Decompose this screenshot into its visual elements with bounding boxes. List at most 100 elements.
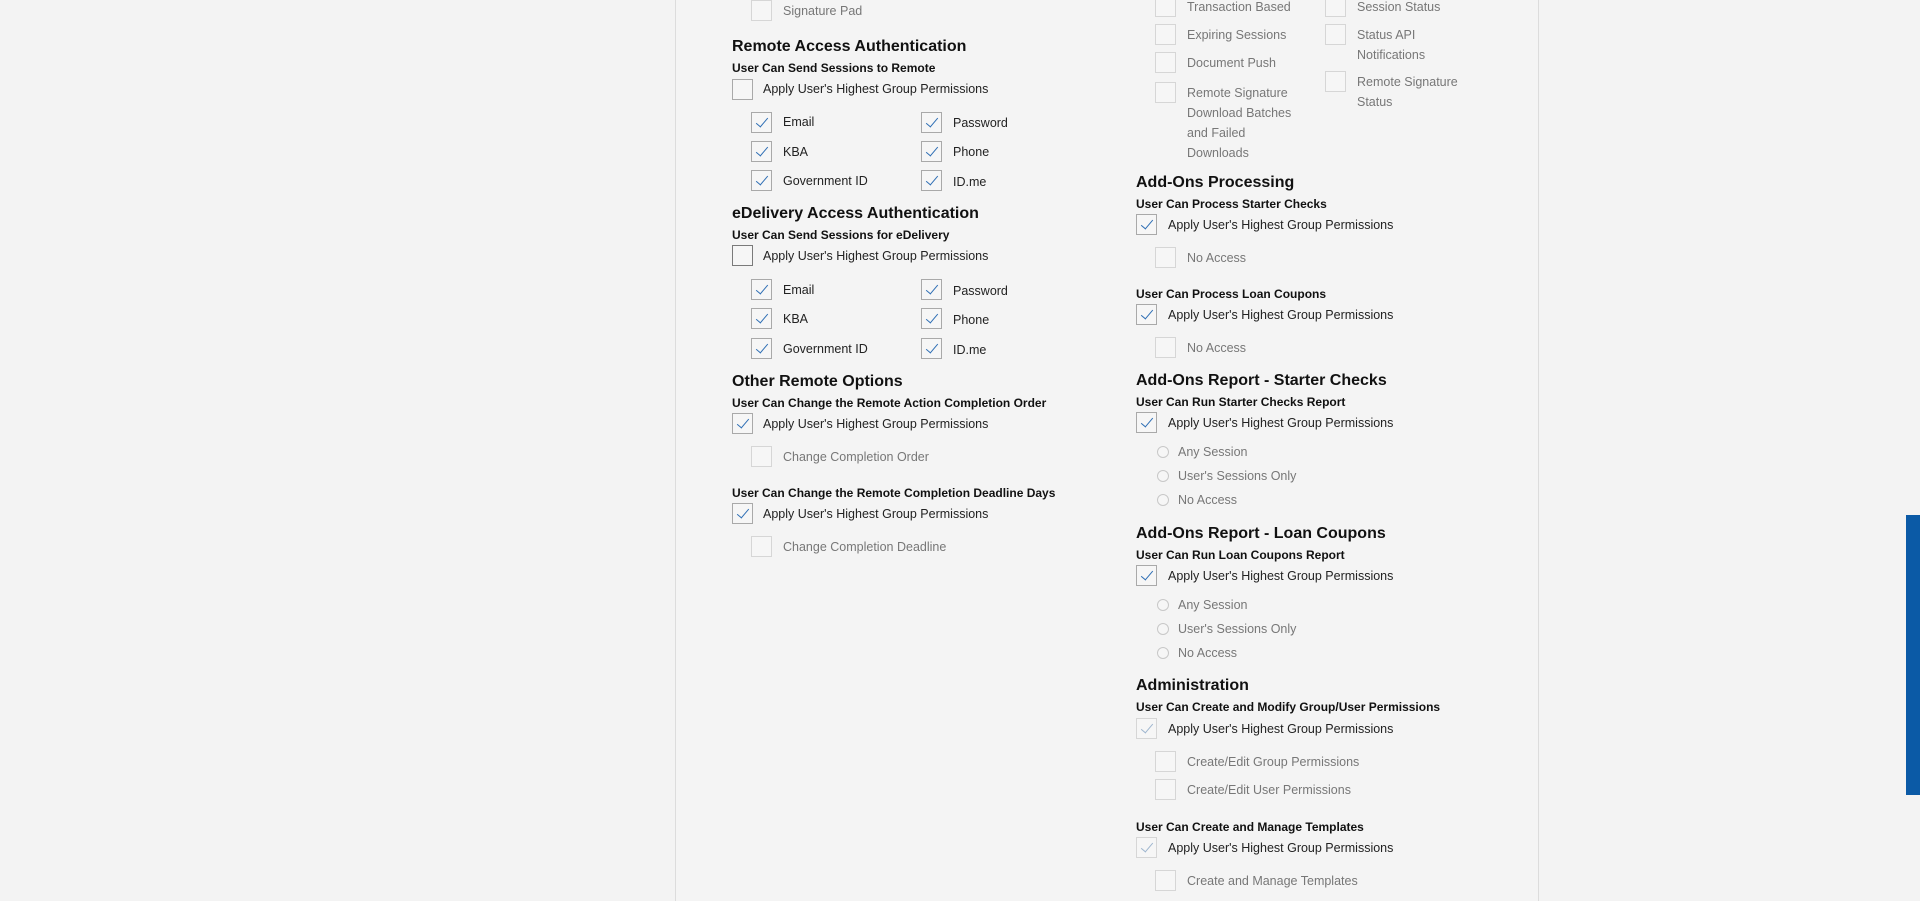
- remote-kba-checkbox[interactable]: [751, 141, 772, 162]
- report-loan-apply-label: Apply User's Highest Group Permissions: [1168, 569, 1394, 583]
- report-starter-none-radio[interactable]: [1157, 494, 1169, 506]
- remote-signature-status-checkbox[interactable]: [1325, 71, 1346, 92]
- report-loan-apply-checkbox[interactable]: [1136, 565, 1157, 586]
- remote-access-heading: Remote Access Authentication: [732, 38, 967, 55]
- change-deadline-label: Change Completion Deadline: [783, 540, 947, 554]
- edelivery-access-subheading: User Can Send Sessions for eDelivery: [732, 228, 950, 242]
- report-loan-any-label: Any Session: [1178, 598, 1248, 612]
- change-order-checkbox[interactable]: [751, 446, 772, 467]
- report-loan-heading: Add-Ons Report - Loan Coupons: [1136, 525, 1386, 542]
- order-apply-checkbox[interactable]: [732, 413, 753, 434]
- edelivery-kba-label: KBA: [783, 312, 809, 326]
- remote-access-subheading: User Can Send Sessions to Remote: [732, 61, 936, 75]
- loan-coupons-subheading: User Can Process Loan Coupons: [1136, 287, 1327, 301]
- remote-apply-label: Apply User's Highest Group Permissions: [763, 82, 989, 96]
- report-loan-none-label: No Access: [1178, 646, 1238, 660]
- edelivery-apply-label: Apply User's Highest Group Permissions: [763, 249, 989, 263]
- create-manage-templates-label: Create and Manage Templates: [1187, 874, 1358, 888]
- change-order-label: Change Completion Order: [783, 450, 929, 464]
- expiring-sessions-checkbox[interactable]: [1155, 24, 1176, 45]
- admin-templates-apply-label: Apply User's Highest Group Permissions: [1168, 841, 1394, 855]
- transaction-based-checkbox[interactable]: [1155, 0, 1176, 17]
- create-edit-user-checkbox[interactable]: [1155, 779, 1176, 800]
- remote-phone-label: Phone: [953, 145, 990, 159]
- loan-no-access-checkbox[interactable]: [1155, 337, 1176, 358]
- edelivery-gov-id-label: Government ID: [783, 342, 868, 356]
- remote-signature-download-checkbox[interactable]: [1155, 82, 1176, 103]
- expiring-sessions-label: Expiring Sessions: [1187, 28, 1287, 42]
- edelivery-apply-checkbox[interactable]: [732, 245, 753, 266]
- remote-kba-label: KBA: [783, 145, 809, 159]
- edelivery-phone-label: Phone: [953, 313, 990, 327]
- edelivery-phone-checkbox[interactable]: [921, 308, 942, 329]
- report-starter-users-label: User's Sessions Only: [1178, 469, 1297, 483]
- remote-password-checkbox[interactable]: [921, 112, 942, 133]
- create-edit-group-label: Create/Edit Group Permissions: [1187, 755, 1360, 769]
- remote-signature-download-label: Remote Signature Download Batches and Fa…: [1187, 86, 1292, 160]
- report-starter-apply-label: Apply User's Highest Group Permissions: [1168, 416, 1394, 430]
- transaction-based-label: Transaction Based: [1187, 0, 1291, 14]
- starter-checks-subheading: User Can Process Starter Checks: [1136, 197, 1327, 211]
- loan-apply-label: Apply User's Highest Group Permissions: [1168, 308, 1394, 322]
- report-starter-heading: Add-Ons Report - Starter Checks: [1136, 372, 1387, 389]
- admin-templates-subheading: User Can Create and Manage Templates: [1136, 820, 1364, 834]
- session-status-checkbox[interactable]: [1325, 0, 1346, 17]
- remote-idme-checkbox[interactable]: [921, 170, 942, 191]
- report-loan-none-radio[interactable]: [1157, 647, 1169, 659]
- edelivery-email-checkbox[interactable]: [751, 279, 772, 300]
- admin-templates-apply-checkbox[interactable]: [1136, 837, 1157, 858]
- loan-no-access-label: No Access: [1187, 341, 1247, 355]
- edelivery-gov-id-checkbox[interactable]: [751, 338, 772, 359]
- remote-signature-status-label: Remote Signature Status: [1357, 75, 1458, 109]
- remote-email-checkbox[interactable]: [751, 112, 772, 133]
- admin-permissions-apply-label: Apply User's Highest Group Permissions: [1168, 722, 1394, 736]
- session-status-label: Session Status: [1357, 0, 1441, 14]
- administration-heading: Administration: [1136, 677, 1249, 694]
- addons-processing-heading: Add-Ons Processing: [1136, 174, 1295, 191]
- report-loan-users-label: User's Sessions Only: [1178, 622, 1297, 636]
- report-starter-apply-checkbox[interactable]: [1136, 412, 1157, 433]
- document-push-label: Document Push: [1187, 56, 1276, 70]
- status-api-checkbox[interactable]: [1325, 24, 1346, 45]
- remote-gov-id-checkbox[interactable]: [751, 170, 772, 191]
- report-loan-any-radio[interactable]: [1157, 599, 1169, 611]
- report-starter-users-radio[interactable]: [1157, 470, 1169, 482]
- starter-apply-label: Apply User's Highest Group Permissions: [1168, 218, 1394, 232]
- status-api-label: Status API Notifications: [1357, 28, 1426, 62]
- edelivery-idme-checkbox[interactable]: [921, 338, 942, 359]
- starter-no-access-checkbox[interactable]: [1155, 247, 1176, 268]
- signature-pad-checkbox[interactable]: [751, 0, 772, 21]
- remote-idme-label: ID.me: [953, 175, 987, 189]
- report-loan-users-radio[interactable]: [1157, 623, 1169, 635]
- report-starter-any-label: Any Session: [1178, 445, 1248, 459]
- scrollbar-thumb[interactable]: [1906, 515, 1920, 795]
- order-apply-label: Apply User's Highest Group Permissions: [763, 417, 989, 431]
- create-edit-group-checkbox[interactable]: [1155, 751, 1176, 772]
- permissions-panel: Signature Pad Remote Access Authenticati…: [675, 0, 1539, 901]
- report-starter-any-radio[interactable]: [1157, 446, 1169, 458]
- remote-gov-id-label: Government ID: [783, 174, 868, 188]
- edelivery-kba-checkbox[interactable]: [751, 308, 772, 329]
- report-starter-subheading: User Can Run Starter Checks Report: [1136, 395, 1346, 409]
- edelivery-password-checkbox[interactable]: [921, 279, 942, 300]
- deadline-apply-label: Apply User's Highest Group Permissions: [763, 507, 989, 521]
- starter-no-access-label: No Access: [1187, 251, 1247, 265]
- deadline-apply-checkbox[interactable]: [732, 503, 753, 524]
- document-push-checkbox[interactable]: [1155, 52, 1176, 73]
- other-remote-subheading-order: User Can Change the Remote Action Comple…: [732, 396, 1047, 410]
- create-edit-user-label: Create/Edit User Permissions: [1187, 783, 1351, 797]
- other-remote-heading: Other Remote Options: [732, 373, 903, 390]
- remote-phone-checkbox[interactable]: [921, 141, 942, 162]
- admin-permissions-subheading: User Can Create and Modify Group/User Pe…: [1136, 700, 1441, 714]
- report-starter-none-label: No Access: [1178, 493, 1238, 507]
- remote-apply-checkbox[interactable]: [732, 79, 753, 100]
- remote-email-label: Email: [783, 115, 815, 129]
- edelivery-access-heading: eDelivery Access Authentication: [732, 205, 979, 222]
- change-deadline-checkbox[interactable]: [751, 536, 772, 557]
- create-manage-templates-checkbox[interactable]: [1155, 870, 1176, 891]
- starter-apply-checkbox[interactable]: [1136, 214, 1157, 235]
- loan-apply-checkbox[interactable]: [1136, 304, 1157, 325]
- other-remote-subheading-deadline: User Can Change the Remote Completion De…: [732, 486, 1056, 500]
- edelivery-password-label: Password: [953, 284, 1008, 298]
- admin-permissions-apply-checkbox[interactable]: [1136, 718, 1157, 739]
